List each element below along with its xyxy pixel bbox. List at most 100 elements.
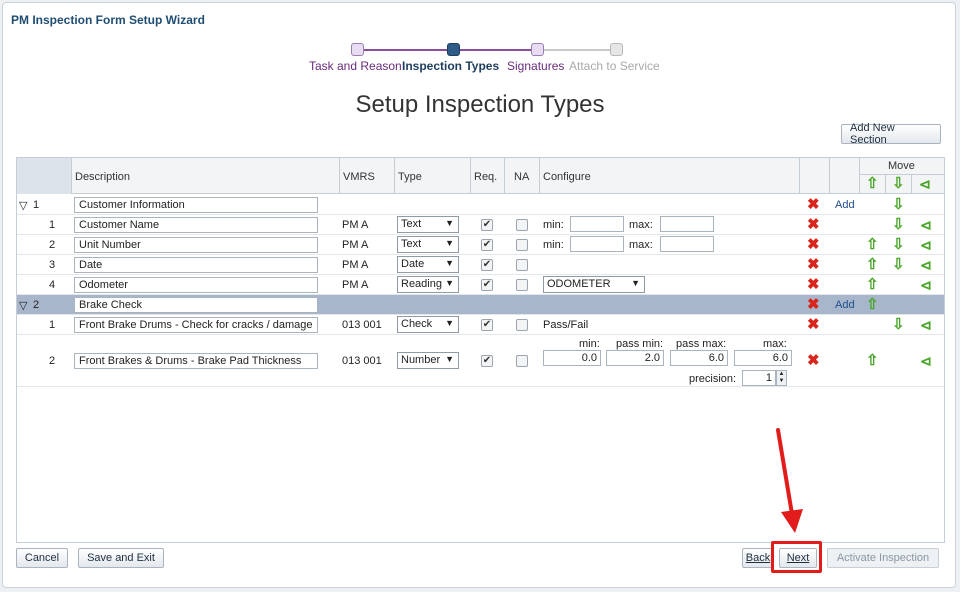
required-checkbox[interactable]: ✔ <box>481 239 493 251</box>
next-highlight-box <box>771 541 822 573</box>
back-button[interactable]: Back <box>742 548 774 568</box>
required-checkbox[interactable]: ✔ <box>481 355 493 367</box>
vmrs-value: 013 001 <box>342 319 382 331</box>
cancel-button[interactable]: Cancel <box>16 548 68 568</box>
max-input[interactable] <box>660 216 714 232</box>
item-description-input[interactable]: Customer Name <box>74 217 318 233</box>
header-number <box>17 158 72 194</box>
type-select[interactable]: Date ▼ <box>397 256 459 273</box>
delete-icon[interactable]: ✖ <box>807 353 820 368</box>
vmrs-value: PM A <box>342 279 369 291</box>
type-select[interactable]: Reading ▼ <box>397 276 459 293</box>
item-number: 2 <box>49 239 56 251</box>
max-input[interactable]: 6.0 <box>734 350 792 366</box>
item-number: 3 <box>49 259 56 271</box>
item-description-input[interactable]: Front Brakes & Drums - Brake Pad Thickne… <box>74 353 318 369</box>
delete-icon[interactable]: ✖ <box>807 237 820 252</box>
table-row: 1 Customer Name PM A Text ▼ ✔ min: max: ✖… <box>17 215 944 235</box>
vmrs-value: PM A <box>342 219 369 231</box>
header-vmrs: VMRS <box>340 158 395 194</box>
step-signatures-marker[interactable] <box>531 43 544 56</box>
move-down-icon[interactable]: ⇩ <box>892 237 905 252</box>
required-checkbox[interactable]: ✔ <box>481 259 493 271</box>
save-and-exit-button[interactable]: Save and Exit <box>78 548 164 568</box>
move-down-icon[interactable]: ⇩ <box>892 197 905 212</box>
section-description-input[interactable]: Customer Information <box>74 197 318 213</box>
section-row: ▽ 1 Customer Information ✖ Add ⇩ <box>17 195 944 215</box>
add-item-link[interactable]: Add <box>835 299 855 311</box>
move-to-icon[interactable]: ⊲ <box>920 318 932 332</box>
item-description-input[interactable]: Odometer <box>74 277 318 293</box>
vmrs-value: 013 001 <box>342 355 382 367</box>
header-na: NA <box>505 158 540 194</box>
move-up-icon[interactable]: ⇧ <box>866 257 879 272</box>
delete-icon[interactable]: ✖ <box>807 217 820 232</box>
step-task-and-reason-marker[interactable] <box>351 43 364 56</box>
section-description-input[interactable]: Brake Check <box>74 297 318 313</box>
move-to-icon[interactable]: ⊲ <box>920 354 932 368</box>
table-row: 4 Odometer PM A Reading ▼ ✔ ODOMETER ▼ ✖ ⇧… <box>17 275 944 295</box>
move-down-icon[interactable]: ⇩ <box>892 257 905 272</box>
na-checkbox[interactable] <box>516 239 528 251</box>
type-select[interactable]: Number ▼ <box>397 352 459 369</box>
delete-icon[interactable]: ✖ <box>807 297 820 312</box>
na-checkbox[interactable] <box>516 219 528 231</box>
delete-icon[interactable]: ✖ <box>807 197 820 212</box>
delete-icon[interactable]: ✖ <box>807 317 820 332</box>
move-down-header-icon: ⇩ <box>892 175 905 192</box>
item-description-input[interactable]: Unit Number <box>74 237 318 253</box>
max-input[interactable] <box>660 236 714 252</box>
min-input[interactable] <box>570 236 624 252</box>
collapse-toggle-icon[interactable]: ▽ <box>19 199 27 212</box>
delete-icon[interactable]: ✖ <box>807 277 820 292</box>
move-to-icon[interactable]: ⊲ <box>920 258 932 272</box>
move-to-icon[interactable]: ⊲ <box>920 238 932 252</box>
max-label: max: <box>763 338 787 350</box>
move-up-icon[interactable]: ⇧ <box>866 353 879 368</box>
add-new-section-button[interactable]: Add New Section <box>841 122 941 146</box>
step-task-and-reason[interactable]: Task and Reason <box>309 59 402 73</box>
configure-text: Pass/Fail <box>543 319 589 331</box>
collapse-toggle-icon[interactable]: ▽ <box>19 299 27 312</box>
header-description: Description <box>72 158 340 194</box>
type-select[interactable]: Text ▼ <box>397 236 459 253</box>
precision-spinner[interactable]: 1 <box>742 370 776 386</box>
pass-min-input[interactable]: 2.0 <box>606 350 664 366</box>
item-description-input[interactable]: Front Brake Drums - Check for cracks / d… <box>74 317 318 333</box>
move-down-icon[interactable]: ⇩ <box>892 217 905 232</box>
min-input[interactable] <box>570 216 624 232</box>
header-add <box>830 158 860 194</box>
type-select[interactable]: Text ▼ <box>397 216 459 233</box>
section-number: 1 <box>33 199 40 211</box>
item-number: 4 <box>49 279 56 291</box>
na-checkbox[interactable] <box>516 279 528 291</box>
step-connector <box>544 49 610 51</box>
item-description-input[interactable]: Date <box>74 257 318 273</box>
step-attach-to-service-marker <box>610 43 623 56</box>
required-checkbox[interactable]: ✔ <box>481 279 493 291</box>
precision-stepper-icon[interactable]: ▲ ▼ <box>776 370 787 386</box>
move-up-icon[interactable]: ⇧ <box>866 237 879 252</box>
add-item-link[interactable]: Add <box>835 199 855 211</box>
min-input[interactable]: 0.0 <box>543 350 601 366</box>
na-checkbox[interactable] <box>516 259 528 271</box>
step-signatures[interactable]: Signatures <box>507 59 564 73</box>
delete-icon[interactable]: ✖ <box>807 257 820 272</box>
table-row: 1 Front Brake Drums - Check for cracks /… <box>17 315 944 335</box>
required-checkbox[interactable]: ✔ <box>481 219 493 231</box>
type-select[interactable]: Check ▼ <box>397 316 459 333</box>
move-to-icon[interactable]: ⊲ <box>920 218 932 232</box>
move-to-icon[interactable]: ⊲ <box>920 278 932 292</box>
na-checkbox[interactable] <box>516 355 528 367</box>
move-up-icon[interactable]: ⇧ <box>866 297 879 312</box>
pass-max-input[interactable]: 6.0 <box>670 350 728 366</box>
reading-type-select[interactable]: ODOMETER ▼ <box>543 276 645 293</box>
step-inspection-types: Inspection Types <box>402 59 500 73</box>
na-checkbox[interactable] <box>516 319 528 331</box>
required-checkbox[interactable]: ✔ <box>481 319 493 331</box>
min-label: min: <box>543 219 564 231</box>
pass-min-label: pass min: <box>616 338 664 350</box>
move-up-icon[interactable]: ⇧ <box>866 277 879 292</box>
move-down-icon[interactable]: ⇩ <box>892 317 905 332</box>
wizard-window: PM Inspection Form Setup Wizard Task and… <box>2 2 956 588</box>
